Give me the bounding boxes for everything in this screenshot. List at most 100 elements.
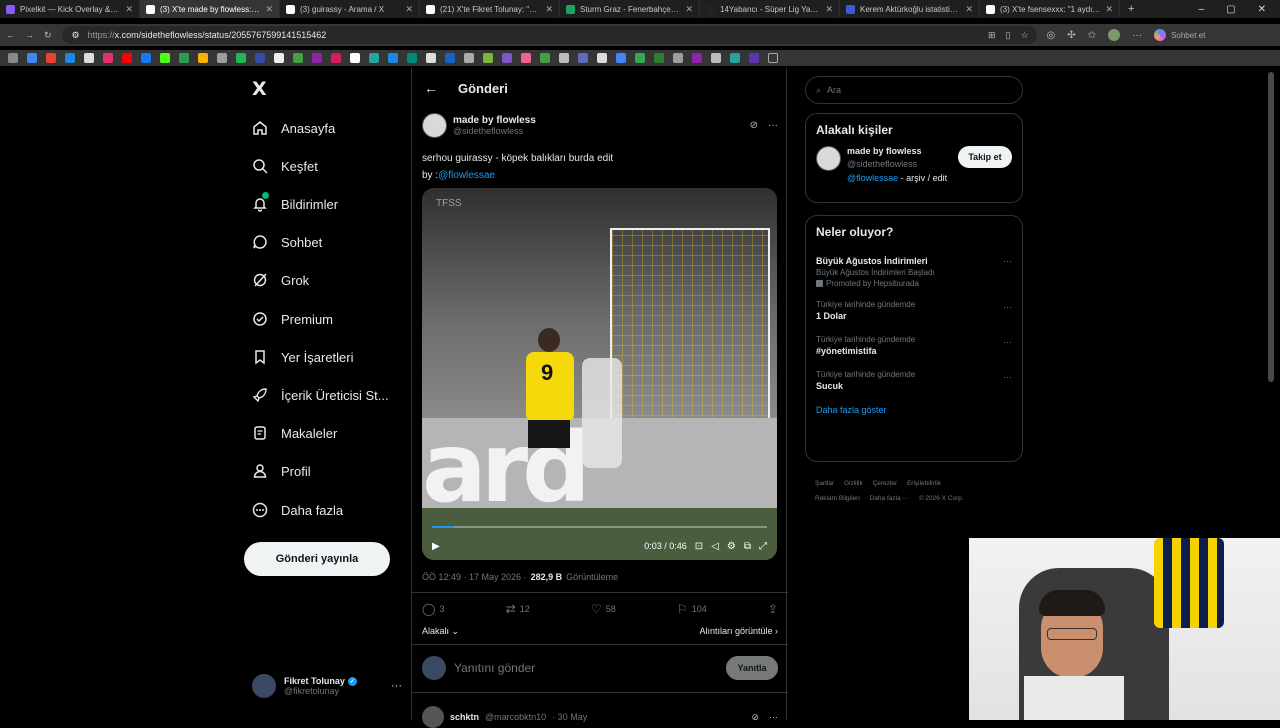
forward-icon[interactable]: → xyxy=(25,30,34,40)
folder-icon[interactable] xyxy=(768,53,778,63)
browser-tab[interactable]: (21) X'te Fikret Tolunay: "@keys ✕ xyxy=(420,0,560,18)
avatar[interactable] xyxy=(422,706,444,728)
reply-button[interactable]: Yanıtla xyxy=(726,656,778,680)
bookmark-icon[interactable] xyxy=(407,53,417,63)
bookmark-icon[interactable] xyxy=(8,53,18,63)
browser-tab[interactable]: (3) X'te fsensexxx: "1 aydır Fen ✕ xyxy=(980,0,1120,18)
close-icon[interactable]: ✕ xyxy=(405,4,413,15)
footer-link[interactable]: Erişilebilirlik xyxy=(907,480,941,487)
search-input[interactable] xyxy=(827,85,945,95)
copilot-chat-button[interactable]: Sohbet et xyxy=(1154,29,1205,41)
settings-icon[interactable]: ⚙ xyxy=(727,541,736,552)
bookmark-icon[interactable] xyxy=(255,53,265,63)
play-icon[interactable]: ▶ xyxy=(432,541,440,552)
reply-input[interactable] xyxy=(454,661,718,675)
bookmark-icon[interactable] xyxy=(369,53,379,63)
bookmark-icon[interactable] xyxy=(350,53,360,63)
close-icon[interactable]: ✕ xyxy=(125,4,133,15)
bookmark-icon[interactable] xyxy=(616,53,626,63)
follow-button[interactable]: Takip et xyxy=(958,146,1012,168)
close-icon[interactable]: ✕ xyxy=(1105,4,1113,15)
volume-icon[interactable]: ◁ xyxy=(711,541,719,552)
nav-item-grok[interactable]: Grok xyxy=(252,272,309,288)
new-tab-icon[interactable]: + xyxy=(1120,3,1142,15)
trend-item[interactable]: Türkiye tarihinde gündemde Sucuk ··· xyxy=(816,364,1012,399)
trend-item[interactable]: Türkiye tarihinde gündemde 1 Dolar ··· xyxy=(816,294,1012,329)
related-name[interactable]: made by flowless xyxy=(847,146,952,156)
browser-tab[interactable]: 14Yabancı - Süper Lig Yabancı ✕ xyxy=(700,0,840,18)
footer-link[interactable]: Gizlilik xyxy=(844,480,863,487)
video-progress-bar[interactable] xyxy=(432,526,767,528)
more-dots-icon[interactable]: ··· xyxy=(768,120,778,131)
grok-explain-icon[interactable]: ⊘ xyxy=(751,712,759,723)
close-icon[interactable]: ✕ xyxy=(545,4,553,15)
bookmark-icon[interactable] xyxy=(711,53,721,63)
bookmark-icon[interactable] xyxy=(331,53,341,63)
bookmark-icon[interactable] xyxy=(179,53,189,63)
reader-icon[interactable]: ▯ xyxy=(1006,30,1011,41)
bookmark-icon[interactable] xyxy=(293,53,303,63)
search-box[interactable]: ⌕ xyxy=(805,76,1023,104)
bookmark-icon[interactable] xyxy=(46,53,56,63)
favorites-icon[interactable]: ✩ xyxy=(1088,30,1096,41)
bookmark-icon[interactable] xyxy=(65,53,75,63)
sort-dropdown[interactable]: Alakalı ⌄ xyxy=(422,626,459,637)
site-info-icon[interactable]: ⚙ xyxy=(72,30,80,41)
account-switcher[interactable]: Fikret Tolunay ✓ @fikretolunay ··· xyxy=(252,674,402,698)
browser-tab[interactable]: Kerem Aktürkoğlu istatistikleri ✕ xyxy=(840,0,980,18)
install-icon[interactable]: ⊞ xyxy=(988,30,996,41)
star-icon[interactable]: ☆ xyxy=(1020,30,1028,41)
bookmark-icon[interactable] xyxy=(198,53,208,63)
captions-icon[interactable]: ⊡ xyxy=(695,541,703,552)
repost-action[interactable]: ⇄ 12 xyxy=(506,602,530,616)
fullscreen-icon[interactable]: ⤢ xyxy=(759,541,767,552)
close-icon[interactable]: ✕ xyxy=(265,4,273,15)
reply-item[interactable]: schktn @marcobktn10 · 30 May ⊘ ··· xyxy=(422,706,778,728)
like-action[interactable]: ♡ 58 xyxy=(591,602,616,616)
url-input[interactable]: ⚙ https://x.com/sidetheflowless/status/2… xyxy=(61,26,1037,44)
bookmark-icon[interactable] xyxy=(749,53,759,63)
more-dots-icon[interactable]: ··· xyxy=(1003,372,1012,382)
nav-item-notifications[interactable]: Bildirimler xyxy=(252,192,338,212)
trend-item[interactable]: Büyük Ağustos İndirimleri Büyük Ağustos … xyxy=(816,248,1012,294)
nav-item-bookmarks[interactable]: Yer İşaretleri xyxy=(252,349,354,365)
nav-item-creator-studio[interactable]: İçerik Üreticisi St... xyxy=(252,387,389,403)
post-button[interactable]: Gönderi yayınla xyxy=(244,542,390,576)
bookmark-icon[interactable] xyxy=(84,53,94,63)
browser-tab-active[interactable]: (3) X'te made by flowless: "serh ✕ xyxy=(140,0,280,18)
browser-tab[interactable]: Pixelkit — Kick Overlay & Bot ✕ xyxy=(0,0,140,18)
nav-item-premium[interactable]: Premium xyxy=(252,311,333,327)
bookmark-icon[interactable] xyxy=(312,53,322,63)
bookmark-icon[interactable] xyxy=(654,53,664,63)
show-more-link[interactable]: Daha fazla göster xyxy=(816,405,1012,415)
bookmark-icon[interactable] xyxy=(540,53,550,63)
bookmark-icon[interactable] xyxy=(578,53,588,63)
browser-tab[interactable]: (3) guirassy - Arama / X ✕ xyxy=(280,0,420,18)
view-quotes-link[interactable]: Alıntıları görüntüle › xyxy=(699,626,778,637)
nav-item-home[interactable]: Anasayfa xyxy=(252,120,335,136)
footer-link[interactable]: Daha fazla ··· xyxy=(870,495,909,502)
bookmark-icon[interactable] xyxy=(559,53,569,63)
scrollbar[interactable] xyxy=(1268,72,1274,382)
bookmark-icon[interactable] xyxy=(141,53,151,63)
profile-avatar[interactable] xyxy=(1108,29,1121,41)
nav-item-chat[interactable]: Sohbet xyxy=(252,234,322,250)
bookmark-icon[interactable] xyxy=(426,53,436,63)
author-name[interactable]: made by flowless xyxy=(453,115,536,126)
close-icon[interactable]: ✕ xyxy=(965,4,973,15)
nav-item-articles[interactable]: Makaleler xyxy=(252,425,337,441)
more-dots-icon[interactable]: ··· xyxy=(1003,337,1012,347)
avatar[interactable] xyxy=(816,146,841,171)
nav-item-profile[interactable]: Profil xyxy=(252,463,311,479)
more-dots-icon[interactable]: ··· xyxy=(1003,302,1012,312)
avatar[interactable] xyxy=(422,113,447,138)
bookmark-icon[interactable] xyxy=(122,53,132,63)
bookmark-icon[interactable] xyxy=(730,53,740,63)
footer-link[interactable]: Şartlar xyxy=(815,480,834,487)
menu-dots-icon[interactable]: ··· xyxy=(1132,30,1142,41)
post-timestamp[interactable]: ÖÖ 12:49 · 17 May 2026 · xyxy=(422,572,527,582)
bookmark-icon[interactable] xyxy=(27,53,37,63)
bookmark-icon[interactable] xyxy=(464,53,474,63)
footer-link[interactable]: Reklam Bilgileri xyxy=(815,495,860,502)
pip-icon[interactable]: ⧉ xyxy=(744,541,751,552)
